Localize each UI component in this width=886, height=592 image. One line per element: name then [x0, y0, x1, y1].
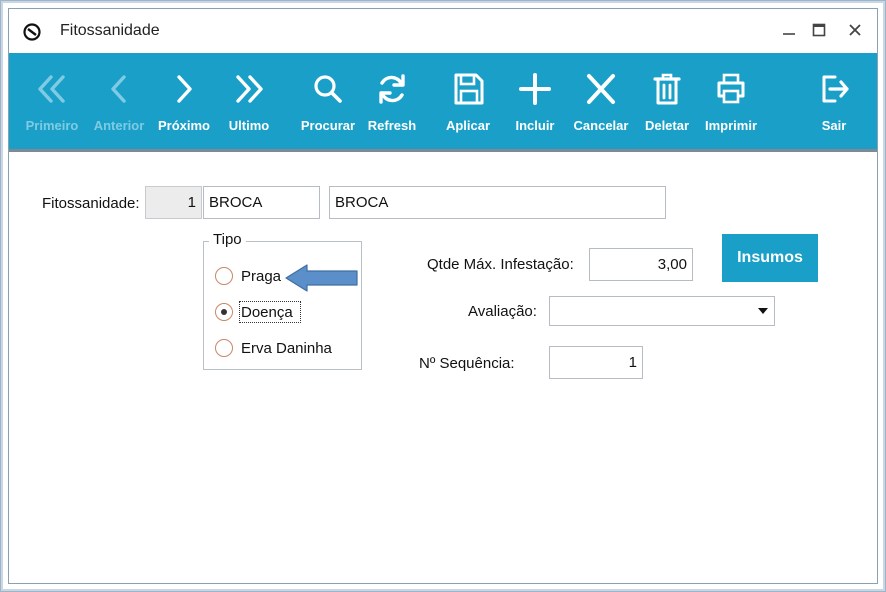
app-window: Fitossanidade Primeiro Anterior Próximo …: [8, 8, 878, 584]
maximize-button[interactable]: [806, 19, 832, 43]
radio-selected-dot: [221, 309, 227, 315]
close-window-icon: [849, 24, 861, 36]
toolbar: Primeiro Anterior Próximo Ultimo Procura…: [9, 53, 877, 149]
radio-erva-daninha[interactable]: [215, 339, 233, 357]
minimize-button[interactable]: [776, 19, 802, 43]
double-chevron-left-icon: [38, 75, 65, 103]
aplicar-button[interactable]: Aplicar: [437, 53, 499, 149]
refresh-button[interactable]: Refresh: [361, 53, 423, 149]
procurar-button[interactable]: Procurar: [295, 53, 361, 149]
deletar-label: Deletar: [644, 118, 690, 133]
imprimir-label: Imprimir: [704, 118, 757, 133]
cancelar-button[interactable]: Cancelar: [567, 53, 635, 149]
tipo-group-title: Tipo: [209, 231, 246, 248]
imprimir-button[interactable]: Imprimir: [699, 53, 763, 149]
anterior-label: Anterior: [93, 118, 145, 133]
primeiro-button[interactable]: Primeiro: [19, 53, 85, 149]
proximo-button[interactable]: Próximo: [153, 53, 215, 149]
search-icon: [314, 75, 342, 103]
qtde-label: Qtde Máx. Infestação:: [427, 256, 574, 273]
radio-erva-daninha-label[interactable]: Erva Daninha: [241, 340, 332, 357]
save-icon: [454, 73, 484, 105]
qtde-input[interactable]: 3,00: [589, 248, 693, 281]
anterior-button[interactable]: Anterior: [87, 53, 151, 149]
chevron-down-icon[interactable]: [758, 308, 768, 314]
avaliacao-label: Avaliação:: [468, 303, 537, 320]
short-name-input[interactable]: BROCA: [203, 186, 320, 219]
sequencia-label: Nº Sequência:: [419, 355, 515, 372]
sequencia-input[interactable]: 1: [549, 346, 643, 379]
fitossanidade-label: Fitossanidade:: [42, 195, 140, 212]
refresh-label: Refresh: [367, 118, 417, 133]
ultimo-button[interactable]: Ultimo: [219, 53, 279, 149]
procurar-label: Procurar: [300, 118, 356, 133]
close-window-button[interactable]: [842, 19, 868, 43]
incluir-label: Incluir: [515, 118, 555, 133]
proximo-label: Próximo: [157, 118, 210, 133]
window-title: Fitossanidade: [60, 22, 160, 39]
radio-praga-label[interactable]: Praga: [241, 268, 281, 285]
app-logo-icon: [23, 23, 41, 41]
primeiro-label: Primeiro: [25, 118, 79, 133]
title-bar: Fitossanidade: [9, 9, 877, 53]
chevron-right-icon: [177, 75, 192, 103]
sair-button[interactable]: Sair: [809, 53, 859, 149]
code-field: 1: [145, 186, 202, 219]
trash-icon: [653, 73, 681, 105]
maximize-icon: [812, 23, 826, 37]
close-icon: [587, 74, 615, 104]
printer-icon: [717, 73, 745, 104]
exit-icon: [822, 75, 849, 103]
description-input[interactable]: BROCA: [329, 186, 666, 219]
sair-label: Sair: [821, 118, 847, 133]
cancelar-label: Cancelar: [573, 118, 629, 133]
deletar-button[interactable]: Deletar: [637, 53, 697, 149]
minimize-icon: [783, 33, 795, 35]
incluir-button[interactable]: Incluir: [505, 53, 565, 149]
annotation-arrow-icon: [285, 264, 358, 292]
radio-doenca-label[interactable]: Doença: [241, 304, 293, 321]
radio-doenca[interactable]: [215, 303, 233, 321]
chevron-left-icon: [111, 75, 126, 103]
plus-icon: [519, 73, 551, 105]
double-chevron-right-icon: [236, 75, 263, 103]
toolbar-divider: [9, 149, 877, 152]
avaliacao-select[interactable]: [549, 296, 775, 326]
radio-praga[interactable]: [215, 267, 233, 285]
ultimo-label: Ultimo: [228, 118, 270, 133]
refresh-icon: [379, 74, 405, 104]
insumos-button[interactable]: Insumos: [722, 234, 818, 282]
aplicar-label: Aplicar: [445, 118, 491, 133]
